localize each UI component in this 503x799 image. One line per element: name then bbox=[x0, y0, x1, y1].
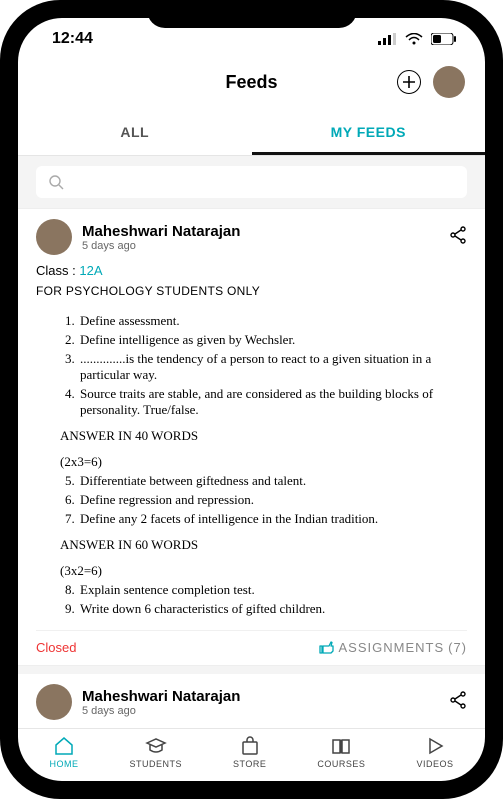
feed-card: Maheshwari Natarajan 5 days ago Class : … bbox=[18, 208, 485, 666]
wifi-icon bbox=[405, 33, 423, 45]
question-8: Explain sentence completion test. bbox=[78, 582, 459, 598]
class-code: 12A bbox=[79, 263, 102, 278]
card-header: Maheshwari Natarajan 5 days ago bbox=[36, 684, 467, 720]
search-icon bbox=[48, 174, 64, 190]
status-closed: Closed bbox=[36, 640, 76, 655]
share-button[interactable] bbox=[449, 226, 467, 249]
feed-card: Maheshwari Natarajan 5 days ago bbox=[18, 666, 485, 728]
profile-avatar[interactable] bbox=[433, 66, 465, 98]
section-2-heading: ANSWER IN 40 WORDS bbox=[60, 428, 459, 444]
assignments-count: (7) bbox=[448, 640, 467, 655]
screen: 12:44 Feeds ALL MY FEEDS bbox=[18, 18, 485, 781]
class-line: Class : 12A bbox=[36, 263, 467, 278]
tab-my-feeds[interactable]: MY FEEDS bbox=[252, 112, 486, 155]
nav-courses[interactable]: COURSES bbox=[317, 735, 365, 769]
section-2-marks: (2x3=6) bbox=[60, 454, 459, 470]
share-icon bbox=[449, 691, 467, 709]
search-input[interactable] bbox=[36, 166, 467, 198]
add-button[interactable] bbox=[397, 70, 421, 94]
assignments-label: ASSIGNMENTS bbox=[338, 640, 444, 655]
question-7: Define any 2 facets of intelligence in t… bbox=[78, 511, 459, 527]
author-avatar[interactable] bbox=[36, 684, 72, 720]
bottom-nav: HOME STUDENTS STORE COURSES VIDEOS bbox=[18, 728, 485, 781]
question-3: ..............is the tendency of a perso… bbox=[78, 351, 459, 383]
document-body: Define assessment. Define intelligence a… bbox=[36, 304, 467, 624]
status-time: 12:44 bbox=[52, 30, 93, 48]
question-2: Define intelligence as given by Wechsler… bbox=[78, 332, 459, 348]
question-4: Source traits are stable, and are consid… bbox=[78, 386, 459, 418]
share-button[interactable] bbox=[449, 691, 467, 714]
courses-icon bbox=[330, 735, 352, 757]
document-title: FOR PSYCHOLOGY STUDENTS ONLY bbox=[36, 284, 467, 298]
like-icon bbox=[318, 639, 334, 655]
nav-store-label: STORE bbox=[233, 759, 266, 769]
question-9: Write down 6 characteristics of gifted c… bbox=[78, 601, 459, 617]
question-6: Define regression and repression. bbox=[78, 492, 459, 508]
nav-home[interactable]: HOME bbox=[50, 735, 79, 769]
plus-icon bbox=[403, 76, 415, 88]
nav-videos-label: VIDEOS bbox=[416, 759, 453, 769]
students-icon bbox=[145, 735, 167, 757]
card-footer: Closed ASSIGNMENTS (7) bbox=[36, 630, 467, 657]
notch bbox=[147, 0, 357, 28]
battery-icon bbox=[431, 33, 457, 45]
status-indicators bbox=[378, 30, 457, 48]
videos-icon bbox=[424, 735, 446, 757]
post-time: 5 days ago bbox=[82, 705, 240, 717]
tab-all[interactable]: ALL bbox=[18, 112, 252, 155]
question-5: Differentiate between giftedness and tal… bbox=[78, 473, 459, 489]
question-1: Define assessment. bbox=[78, 313, 459, 329]
signal-icon bbox=[378, 33, 396, 45]
nav-courses-label: COURSES bbox=[317, 759, 365, 769]
author-name: Maheshwari Natarajan bbox=[82, 223, 240, 240]
share-icon bbox=[449, 226, 467, 244]
search-container bbox=[18, 156, 485, 208]
section-3-heading: ANSWER IN 60 WORDS bbox=[60, 537, 459, 553]
author-avatar[interactable] bbox=[36, 219, 72, 255]
home-icon bbox=[53, 735, 75, 757]
page-title: Feeds bbox=[225, 72, 277, 93]
post-time: 5 days ago bbox=[82, 240, 240, 252]
nav-home-label: HOME bbox=[50, 759, 79, 769]
tabs: ALL MY FEEDS bbox=[18, 112, 485, 156]
nav-students-label: STUDENTS bbox=[130, 759, 183, 769]
nav-videos[interactable]: VIDEOS bbox=[416, 735, 453, 769]
section-3-marks: (3x2=6) bbox=[60, 563, 459, 579]
nav-store[interactable]: STORE bbox=[233, 735, 266, 769]
store-icon bbox=[239, 735, 261, 757]
phone-frame: 12:44 Feeds ALL MY FEEDS bbox=[0, 0, 503, 799]
feed-list[interactable]: Maheshwari Natarajan 5 days ago Class : … bbox=[18, 208, 485, 728]
nav-students[interactable]: STUDENTS bbox=[130, 735, 183, 769]
assignments-button[interactable]: ASSIGNMENTS (7) bbox=[318, 639, 467, 655]
author-name: Maheshwari Natarajan bbox=[82, 688, 240, 705]
card-header: Maheshwari Natarajan 5 days ago bbox=[36, 219, 467, 255]
class-label: Class : bbox=[36, 263, 76, 278]
header: Feeds bbox=[18, 60, 485, 104]
